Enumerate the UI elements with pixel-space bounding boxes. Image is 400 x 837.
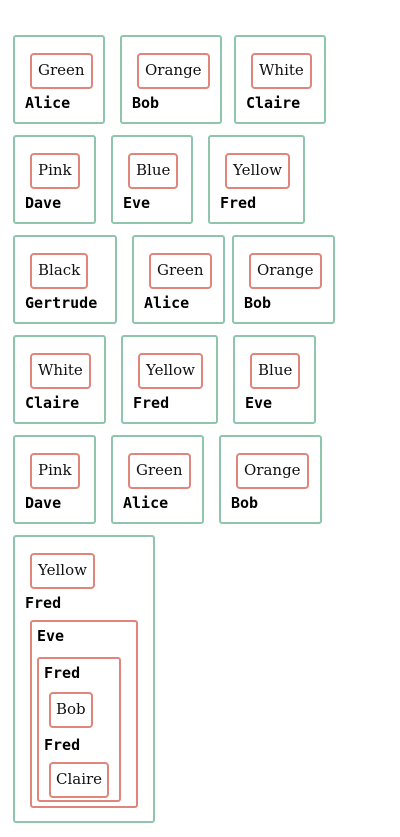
- nested-group[interactable]: Eve Fred Bob Fred Claire: [30, 620, 138, 808]
- person-name: Fred: [25, 594, 62, 612]
- person-name: Eve: [37, 627, 65, 645]
- person-card[interactable]: Green Alice: [132, 235, 225, 324]
- person-name: Gertrude: [25, 294, 98, 312]
- card-row: Green Alice Orange Bob White Claire: [13, 35, 335, 124]
- person-name: Alice: [123, 494, 169, 512]
- color-tag[interactable]: Yellow: [138, 353, 203, 389]
- color-tag[interactable]: Orange: [249, 253, 322, 289]
- color-tag[interactable]: Black: [30, 253, 89, 289]
- person-card[interactable]: Pink Dave: [13, 435, 96, 524]
- nested-card[interactable]: Yellow Fred Eve Fred Bob Fred Claire: [13, 535, 155, 823]
- card-row: Pink Dave Blue Eve Yellow Fred: [13, 135, 335, 224]
- color-tag[interactable]: Pink: [30, 453, 80, 489]
- color-tag[interactable]: Yellow: [30, 553, 95, 589]
- nested-group[interactable]: Fred Bob Fred Claire: [37, 657, 121, 802]
- color-tag[interactable]: Orange: [137, 53, 210, 89]
- color-tag[interactable]: Blue: [128, 153, 179, 189]
- person-card[interactable]: Green Alice: [13, 35, 105, 124]
- color-tag[interactable]: Claire: [49, 762, 110, 798]
- person-name: Alice: [144, 294, 190, 312]
- person-card[interactable]: Pink Dave: [13, 135, 96, 224]
- color-tag[interactable]: Green: [149, 253, 212, 289]
- color-tag[interactable]: White: [30, 353, 91, 389]
- person-name: Dave: [25, 194, 62, 212]
- card-row: White Claire Yellow Fred Blue Eve: [13, 335, 335, 424]
- person-name: Fred: [44, 736, 81, 754]
- color-tag[interactable]: Yellow: [225, 153, 290, 189]
- person-card[interactable]: White Claire: [13, 335, 106, 424]
- person-card[interactable]: Blue Eve: [111, 135, 193, 224]
- person-name: Claire: [25, 394, 80, 412]
- person-name: Eve: [123, 194, 151, 212]
- color-tag[interactable]: Pink: [30, 153, 80, 189]
- card-row: Black Gertrude Green Alice Orange Bob: [13, 235, 335, 324]
- color-tag[interactable]: Blue: [250, 353, 301, 389]
- person-card[interactable]: Orange Bob: [232, 235, 335, 324]
- person-card[interactable]: Yellow Fred: [208, 135, 305, 224]
- person-name: Dave: [25, 494, 62, 512]
- person-name: Fred: [133, 394, 170, 412]
- card-row: Pink Dave Green Alice Orange Bob: [13, 435, 335, 524]
- person-card[interactable]: Blue Eve: [233, 335, 316, 424]
- person-card[interactable]: Black Gertrude: [13, 235, 117, 324]
- color-tag[interactable]: White: [251, 53, 312, 89]
- person-name: Eve: [245, 394, 273, 412]
- color-tag[interactable]: Bob: [49, 692, 93, 728]
- person-name: Fred: [44, 664, 81, 682]
- color-tag[interactable]: Green: [128, 453, 191, 489]
- person-name: Bob: [244, 294, 272, 312]
- person-name: Alice: [25, 94, 71, 112]
- person-card[interactable]: Orange Bob: [219, 435, 322, 524]
- person-card[interactable]: Green Alice: [111, 435, 204, 524]
- person-card[interactable]: Yellow Fred: [121, 335, 218, 424]
- person-card[interactable]: White Claire: [234, 35, 326, 124]
- color-tag[interactable]: Green: [30, 53, 93, 89]
- person-name: Claire: [246, 94, 301, 112]
- person-card[interactable]: Orange Bob: [120, 35, 222, 124]
- person-name: Bob: [132, 94, 160, 112]
- person-name: Bob: [231, 494, 259, 512]
- card-grid: Green Alice Orange Bob White Claire Pink…: [13, 35, 335, 823]
- color-tag[interactable]: Orange: [236, 453, 309, 489]
- person-name: Fred: [220, 194, 257, 212]
